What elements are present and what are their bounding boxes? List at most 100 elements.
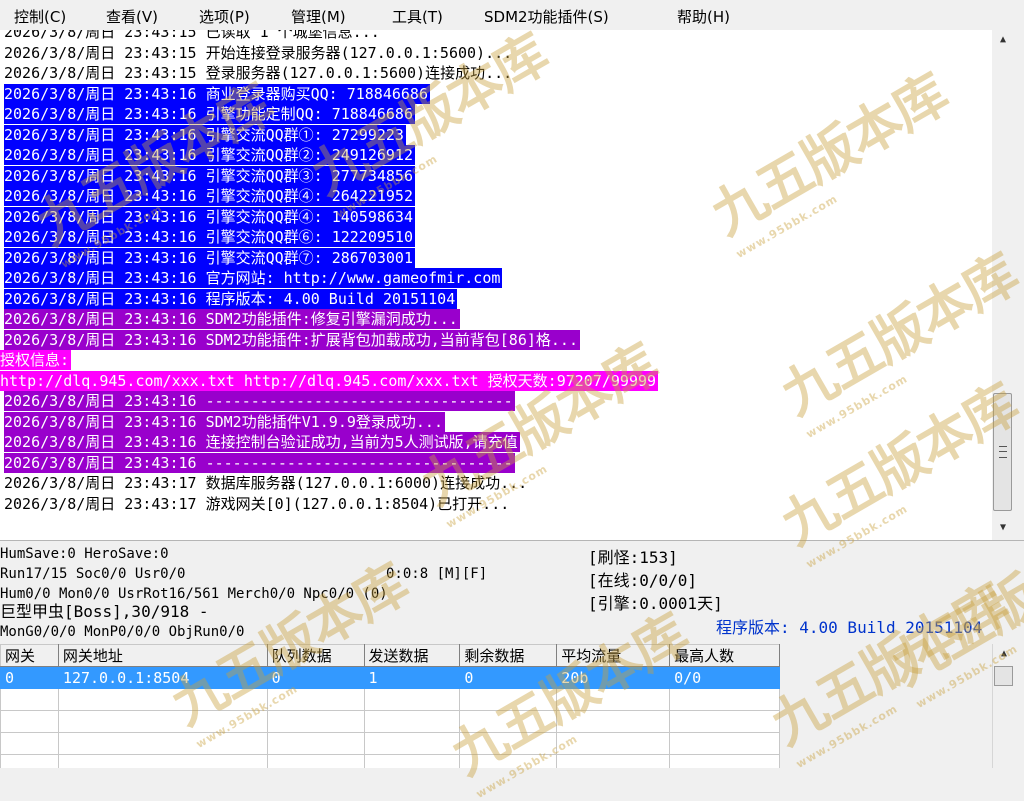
menu-view[interactable]: 查看(V) [104, 5, 160, 28]
server-log[interactable]: 2026/3/8/周日 23:43:15 已读取 1 个城堡信息... 2026/… [0, 30, 992, 540]
table-cell: 1 [363, 666, 461, 689]
menu-manage[interactable]: 管理(M) [289, 5, 348, 28]
status-refresh: [刷怪:153] [588, 548, 678, 567]
grid-header: 网关 网关地址 队列数据 发送数据 剩余数据 平均流量 最高人数 [0, 644, 780, 667]
table-cell [363, 732, 461, 755]
scroll-thumb[interactable] [994, 666, 1013, 686]
log-line: 2026/3/8/周日 23:43:16 引擎交流QQ群③: 277734856 [4, 165, 415, 186]
table-row[interactable] [0, 710, 780, 733]
column-header[interactable]: 队列数据 [266, 644, 365, 667]
grid-empty-area [780, 644, 992, 768]
gateway-grid[interactable]: 网关 网关地址 队列数据 发送数据 剩余数据 平均流量 最高人数 0 127.0.0.1:85… [0, 644, 780, 768]
log-line: 2026/3/8/周日 23:43:16 引擎交流QQ群④: 264221952 [4, 186, 415, 206]
table-cell [57, 732, 268, 755]
log-line: 2026/3/8/周日 23:43:16 -------------------… [4, 452, 515, 473]
log-line: 2026/3/8/周日 23:43:16 程序版本: 4.00 Build 20… [4, 288, 458, 309]
log-line: 2026/3/8/周日 23:43:16 SDM2功能插件:修复引擎漏洞成功..… [4, 309, 460, 329]
scroll-thumb[interactable] [993, 393, 1012, 511]
table-cell [363, 688, 461, 711]
column-header[interactable]: 网关地址 [57, 644, 268, 667]
menu-sdm2-plugin[interactable]: SDM2功能插件(S) [482, 5, 611, 28]
log-line: 2026/3/8/周日 23:43:17 游戏网关[0](127.0.0.1:8… [4, 493, 510, 514]
table-cell [57, 710, 268, 733]
status-panel: HumSave:0 HeroSave:0 Run17/15 Soc0/0 Usr… [0, 540, 1024, 644]
grip-icon [999, 446, 1007, 458]
scroll-up-icon[interactable]: ▲ [993, 644, 1015, 664]
table-row[interactable] [0, 732, 780, 755]
log-line: 2026/3/8/周日 23:43:16 引擎交流QQ群⑥: 122209510 [4, 227, 415, 247]
table-cell [669, 710, 780, 733]
table-cell [57, 688, 268, 711]
table-cell [556, 710, 671, 733]
column-header[interactable]: 剩余数据 [459, 644, 558, 667]
log-line: 2026/3/8/周日 23:43:16 引擎交流QQ群②: 249126912 [4, 145, 415, 165]
log-scrollbar[interactable]: ▲ ▼ [992, 30, 1014, 540]
table-cell: 0/0 [669, 666, 780, 689]
column-header[interactable]: 发送数据 [363, 644, 461, 667]
table-cell [459, 754, 558, 768]
log-line: 2026/3/8/周日 23:43:16 官方网站: http://www.ga… [4, 268, 503, 288]
menu-bar: 控制(C) 查看(V) 选项(P) 管理(M) 工具(T) SDM2功能插件(S… [0, 0, 1024, 31]
table-row[interactable] [0, 754, 780, 768]
table-cell [669, 732, 780, 755]
table-cell [266, 732, 365, 755]
table-cell [459, 688, 558, 711]
gateway-table: 网关 网关地址 队列数据 发送数据 剩余数据 平均流量 最高人数 0 127.0.0.1:85… [0, 644, 780, 768]
column-header[interactable]: 平均流量 [556, 644, 671, 667]
table-cell [0, 688, 59, 711]
status-online: [在线:0/0/0] [588, 571, 698, 590]
scroll-up-icon[interactable]: ▲ [992, 30, 1014, 50]
table-cell: 127.0.0.1:8504 [57, 666, 268, 689]
table-cell [459, 710, 558, 733]
log-line: 授权信息: [0, 350, 72, 370]
status-engine: [引擎:0.0001天] [588, 594, 723, 613]
menu-tools[interactable]: 工具(T) [390, 5, 445, 28]
table-row[interactable] [0, 688, 780, 711]
status-monsters: MonG0/0/0 MonP0/0/0 ObjRun0/0 [0, 624, 245, 640]
log-line: 2026/3/8/周日 23:43:16 连接控制台验证成功,当前为5人测试版,… [4, 432, 520, 452]
table-cell [0, 732, 59, 755]
log-line: 2026/3/8/周日 23:43:16 引擎交流QQ群④: 140598634 [4, 206, 415, 227]
log-line: 2026/3/8/周日 23:43:16 SDM2功能插件:扩展背包加载成功,当… [4, 329, 580, 350]
scroll-down-icon[interactable]: ▼ [992, 518, 1014, 538]
menu-help[interactable]: 帮助(H) [675, 5, 732, 28]
status-timer: 0:0:8 [M][F] [386, 566, 488, 582]
log-line: 2026/3/8/周日 23:43:16 SDM2功能插件V1.9.9登录成功.… [4, 411, 445, 432]
table-row[interactable]: 0 127.0.0.1:8504 0 1 0 20b 0/0 [0, 666, 780, 689]
status-boss: 巨型甲虫[Boss],30/918 - [0, 602, 209, 621]
table-cell [556, 688, 671, 711]
table-cell: 0 [459, 666, 558, 689]
table-cell [0, 754, 59, 768]
table-cell: 20b [556, 666, 671, 689]
status-counts: Hum0/0 Mon0/0 UsrRot16/561 Merch0/0 Npc0… [0, 586, 388, 602]
log-line: 2026/3/8/周日 23:43:16 引擎功能定制QQ: 718846686 [4, 104, 415, 124]
log-line: 2026/3/8/周日 23:43:15 开始连接登录服务器(127.0.0.1… [4, 42, 513, 63]
table-cell [669, 688, 780, 711]
table-cell: 0 [266, 666, 365, 689]
log-line: 2026/3/8/周日 23:43:17 数据库服务器(127.0.0.1:60… [4, 473, 528, 493]
menu-options[interactable]: 选项(P) [197, 5, 252, 28]
table-cell [556, 732, 671, 755]
window-edge [1014, 30, 1024, 768]
menu-control[interactable]: 控制(C) [12, 5, 68, 28]
table-cell [266, 754, 365, 768]
status-run: Run17/15 Soc0/0 Usr0/0 [0, 566, 186, 582]
grid-scrollbar[interactable]: ▲ [992, 644, 1015, 768]
column-header[interactable]: 网关 [0, 644, 59, 667]
log-line: 2026/3/8/周日 23:43:15 已读取 1 个城堡信息... [4, 30, 380, 42]
table-cell [459, 732, 558, 755]
table-cell [363, 710, 461, 733]
status-save: HumSave:0 HeroSave:0 [0, 546, 169, 562]
log-line: 2026/3/8/周日 23:43:16 引擎交流QQ群⑦: 286703001 [4, 247, 415, 268]
log-line: 2026/3/8/周日 23:43:16 引擎交流QQ群①: 27299223 [4, 124, 406, 145]
log-line: 2026/3/8/周日 23:43:16 -------------------… [4, 391, 515, 411]
log-line: http://dlq.945.com/xxx.txt http://dlq.94… [0, 370, 659, 391]
column-header[interactable]: 最高人数 [669, 644, 780, 667]
table-cell [266, 688, 365, 711]
table-cell [266, 710, 365, 733]
table-cell [669, 754, 780, 768]
table-cell [0, 710, 59, 733]
log-line: 2026/3/8/周日 23:43:16 商业登录器购买QQ: 71884668… [4, 83, 430, 104]
table-cell [556, 754, 671, 768]
version-label: 程序版本: 4.00 Build 20151104 [716, 618, 983, 637]
